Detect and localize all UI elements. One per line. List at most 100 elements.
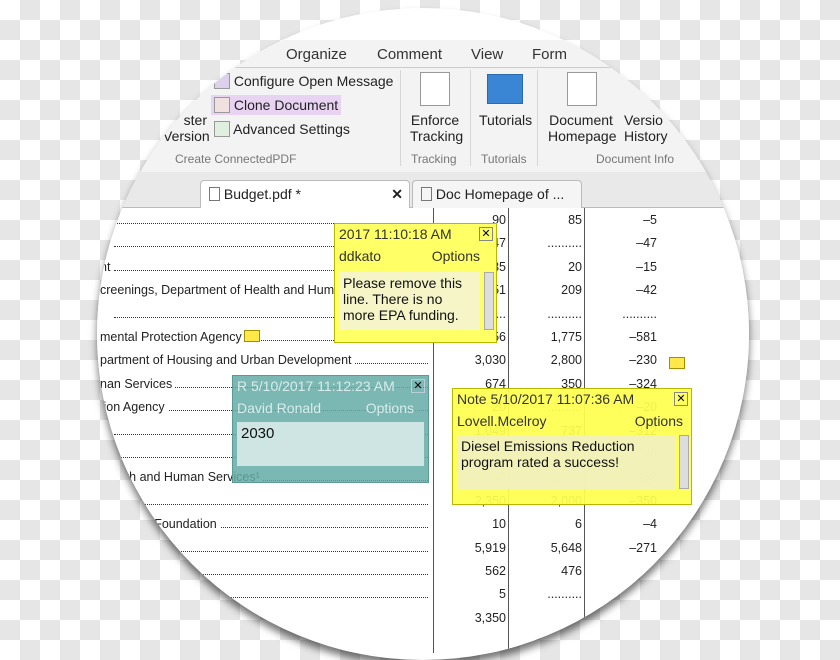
table-cell: –42 [636, 283, 657, 298]
table-cell: –581 [629, 330, 657, 344]
message-icon [214, 73, 230, 89]
table-cell: 85 [568, 213, 582, 227]
table-cell: –47 [636, 236, 657, 251]
button-label: Versio [624, 112, 663, 128]
clone-icon [214, 97, 230, 113]
close-tab-icon[interactable]: ✕ [391, 186, 403, 203]
button-label: Advanced Settings [233, 121, 350, 137]
row-label: tion Agency [100, 400, 168, 415]
note-text: Diesel Emissions Reduction [461, 438, 635, 454]
table-cell: 1,775 [550, 330, 582, 344]
sticky-note[interactable]: Note 5/10/2017 11:07:36 AM ✕ Lovell.Mcel… [452, 388, 692, 505]
button-label: Configure Open Message [233, 73, 394, 89]
document-homepage-icon [567, 72, 597, 106]
button-label: Homepage [548, 128, 617, 144]
close-note-icon[interactable]: ✕ [411, 379, 425, 393]
table-cell: –5 [643, 213, 657, 227]
table-cell: 5,648 [550, 540, 582, 555]
table-cell: 209 [561, 283, 582, 298]
sticky-note[interactable]: 2017 11:10:18 AM ✕ ddkato Options Please … [334, 223, 497, 343]
table-cell: –271 [629, 540, 657, 555]
note-author: ddkato [339, 248, 382, 264]
table-row-label [100, 564, 430, 578]
note-scrollbar[interactable] [679, 435, 689, 489]
note-options-button[interactable]: Options [366, 400, 414, 418]
clone-document-button[interactable]: Clone Document [211, 95, 342, 115]
table-cell: –4 [643, 517, 657, 532]
table-cell: 5 [499, 587, 506, 602]
button-label: ster [183, 112, 207, 128]
divider [537, 70, 538, 166]
version-history-button[interactable]: Versio History [624, 112, 668, 144]
table-row-label: partment of Housing and Urban Developmen… [100, 353, 430, 368]
button-label: Document [549, 112, 613, 128]
table-row-label [100, 540, 430, 555]
settings-icon [214, 121, 230, 137]
enforce-tracking-icon [420, 72, 450, 106]
row-label [100, 564, 103, 578]
row-label [100, 213, 103, 227]
register-version-button[interactable]: ster Version [163, 112, 210, 144]
group-label: Tutorials [481, 152, 527, 166]
close-note-icon[interactable]: ✕ [479, 227, 493, 241]
advanced-settings-button[interactable]: Advanced Settings [214, 121, 350, 137]
note-marker-icon[interactable] [669, 357, 685, 369]
button-label: Version [163, 128, 210, 144]
tab-label: Doc Homepage of ... [435, 186, 565, 202]
tab-budget[interactable]: Budget.pdf * ✕ [200, 180, 410, 208]
note-marker-icon[interactable] [244, 330, 260, 342]
table-cell: –230 [629, 353, 657, 368]
tutorials-button[interactable]: Tutorials [479, 112, 532, 128]
pdf-file-icon [209, 187, 220, 201]
note-options-button[interactable]: Options [432, 248, 480, 266]
group-label: Create ConnectedPDF [175, 152, 297, 166]
note-text: more EPA funding. [343, 307, 459, 323]
row-label: ion [100, 493, 120, 508]
table-row-label: ion [100, 493, 430, 508]
table-cell: –15 [636, 259, 657, 274]
row-label: creenings, Department of Health and Huma… [100, 283, 370, 298]
row-label [100, 236, 103, 251]
note-header: Note 5/10/2017 11:07:36 AM [457, 391, 635, 407]
menu-comment[interactable]: Comment [377, 46, 442, 63]
row-label [100, 587, 103, 602]
button-label: Clone Document [233, 97, 339, 113]
menu-form[interactable]: Form [532, 46, 567, 63]
note-header: R 5/10/2017 11:12:23 AM [237, 378, 395, 394]
table-cell: .......... [622, 306, 657, 321]
row-label: l Science Foundation [100, 517, 220, 532]
document-homepage-button[interactable]: Document Homepage [548, 112, 617, 144]
tab-label: Budget.pdf * [223, 186, 301, 202]
table-cell: 476 [561, 564, 582, 578]
tab-doc-homepage[interactable]: Doc Homepage of ... [412, 180, 582, 208]
enforce-tracking-button[interactable]: Enforce Tracking [410, 112, 463, 144]
row-label: mental Protection Agency [100, 330, 245, 344]
configure-open-message-button[interactable]: Configure Open Message [214, 73, 393, 89]
note-options-button[interactable]: Options [635, 413, 683, 431]
button-label: History [624, 128, 668, 144]
table-row-label [100, 587, 430, 602]
table-cell: 562 [485, 564, 506, 578]
row-label [100, 540, 103, 555]
row-label: nan Services [100, 376, 176, 391]
table-cell: .......... [547, 236, 582, 251]
table-cell: .......... [547, 306, 582, 321]
menu-organize[interactable]: Organize [286, 46, 347, 63]
menu-view[interactable]: View [471, 46, 503, 63]
divider [470, 70, 471, 166]
table-cell: 3,030 [474, 353, 506, 368]
note-author: David Ronald [237, 400, 322, 416]
group-label: Tracking [411, 152, 457, 166]
table-cell: 10 [492, 517, 506, 532]
homepage-file-icon [421, 187, 432, 201]
note-author: Lovell.Mcelroy [457, 413, 547, 429]
note-text: line. There is no [343, 291, 443, 307]
close-note-icon[interactable]: ✕ [674, 392, 688, 406]
tutorials-icon [487, 74, 523, 104]
row-label [100, 423, 103, 438]
table-cell: 6 [575, 517, 582, 532]
note-scrollbar[interactable] [484, 272, 494, 330]
table-cell: .......... [547, 587, 582, 602]
reply-note[interactable]: R 5/10/2017 11:12:23 AM ✕ David Ronald Op… [232, 375, 429, 483]
table-cell: 2,800 [550, 353, 582, 368]
